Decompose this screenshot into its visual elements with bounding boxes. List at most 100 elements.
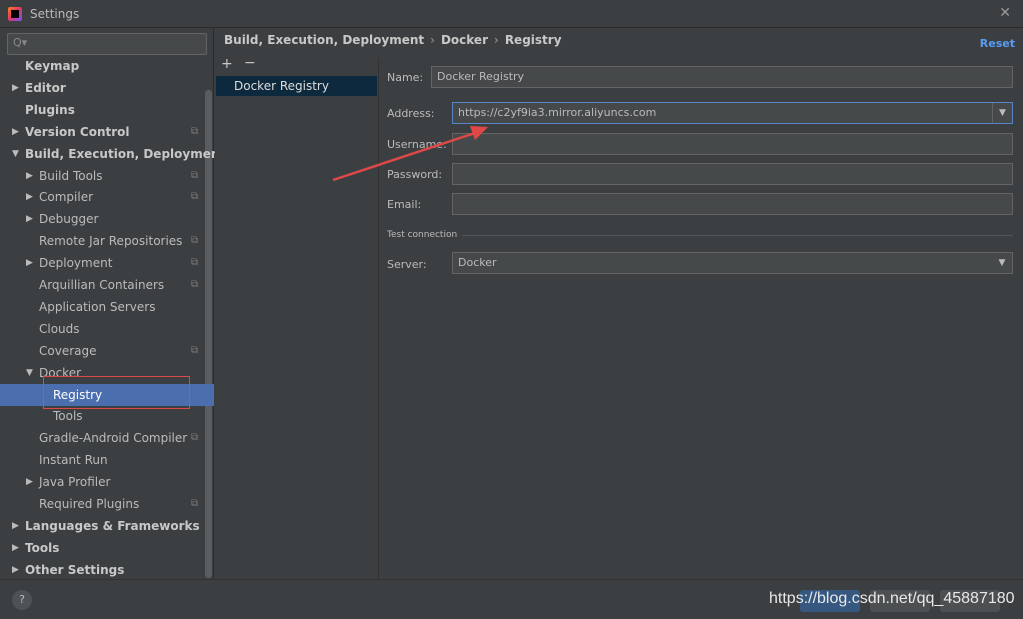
sidebar-item[interactable]: ▶ Editor xyxy=(0,77,214,99)
window-title: Settings xyxy=(30,7,80,21)
sidebar-item[interactable]: Instant Run xyxy=(0,449,214,471)
title-bar: Settings ✕ xyxy=(0,0,1023,28)
sidebar-item-label: Coverage xyxy=(39,343,97,358)
server-value: Docker xyxy=(458,256,497,269)
help-button[interactable]: ? xyxy=(12,590,32,610)
username-label: Username: xyxy=(387,138,447,151)
sidebar-item[interactable]: ▶ Debugger xyxy=(0,208,214,230)
breadcrumb-item[interactable]: Docker xyxy=(441,33,488,47)
collapsed-arrow-icon[interactable]: ▶ xyxy=(26,186,36,208)
sidebar-item-label: Clouds xyxy=(39,321,80,336)
sidebar-item[interactable]: Gradle-Android Compiler ⧉ xyxy=(0,427,214,449)
sidebar-item[interactable]: Coverage ⧉ xyxy=(0,340,214,362)
remove-registry-button[interactable]: − xyxy=(244,55,256,71)
project-scope-icon: ⧉ xyxy=(191,169,199,181)
project-scope-icon: ⧉ xyxy=(191,344,199,356)
sidebar-item[interactable]: ▶ Build Tools ⧉ xyxy=(0,165,214,187)
breadcrumb-item[interactable]: Build, Execution, Deployment xyxy=(224,33,424,47)
sidebar-item[interactable]: Plugins xyxy=(0,99,214,121)
section-divider xyxy=(462,235,1013,236)
project-scope-icon: ⧉ xyxy=(191,257,199,269)
collapsed-arrow-icon[interactable]: ▶ xyxy=(12,537,22,559)
password-field[interactable] xyxy=(452,163,1013,185)
sidebar-item-label: Version Control xyxy=(25,124,130,139)
breadcrumb: Build, Execution, Deployment › Docker › Regi… xyxy=(224,33,562,47)
sidebar-item[interactable]: ▶ Version Control ⧉ xyxy=(0,121,214,143)
sidebar-item[interactable]: Clouds xyxy=(0,318,214,340)
sidebar-item-label: Compiler xyxy=(39,190,94,205)
sidebar-item-label: Debugger xyxy=(39,212,99,227)
search-input[interactable]: Q▾ xyxy=(7,33,207,55)
sidebar-item-label: Languages & Frameworks xyxy=(25,518,200,533)
sidebar-item-label: Keymap xyxy=(25,59,80,73)
sidebar-item[interactable]: ▶ Java Profiler xyxy=(0,471,214,493)
server-select[interactable]: Docker ▼ xyxy=(452,252,1013,274)
sidebar-item-label: Build Tools xyxy=(39,168,103,183)
email-label: Email: xyxy=(387,198,422,211)
sidebar-item[interactable]: Required Plugins ⧉ xyxy=(0,493,214,515)
email-field[interactable] xyxy=(452,193,1013,215)
sidebar-item[interactable]: ▶ Deployment ⧉ xyxy=(0,252,214,274)
address-value: https://c2yf9ia3.mirror.aliyuncs.com xyxy=(458,106,657,119)
sidebar-item[interactable]: Remote Jar Repositories ⧉ xyxy=(0,230,214,252)
sidebar-item-label: Other Settings xyxy=(25,562,125,577)
breadcrumb-separator: › xyxy=(430,33,435,47)
collapsed-arrow-icon[interactable]: ▶ xyxy=(12,77,22,99)
sidebar-item-label: Editor xyxy=(25,80,66,95)
server-label: Server: xyxy=(387,258,427,271)
sidebar-item[interactable]: Keymap xyxy=(0,55,214,77)
collapsed-arrow-icon[interactable]: ▶ xyxy=(12,515,22,537)
project-scope-icon: ⧉ xyxy=(191,191,199,203)
collapsed-arrow-icon[interactable]: ▶ xyxy=(26,208,36,230)
breadcrumb-item: Registry xyxy=(504,33,562,47)
registry-list-panel xyxy=(215,28,377,579)
address-combobox[interactable]: https://c2yf9ia3.mirror.aliyuncs.com ▼ xyxy=(452,102,1013,124)
sidebar-item-label: Gradle-Android Compiler xyxy=(39,431,188,446)
sidebar-item-label: Deployment xyxy=(39,256,113,271)
test-connection-section-title: Test connection xyxy=(387,230,458,240)
project-scope-icon: ⧉ xyxy=(191,432,199,444)
chevron-down-icon[interactable]: ▼ xyxy=(992,253,1012,273)
name-field[interactable]: Docker Registry xyxy=(431,66,1013,88)
collapsed-arrow-icon[interactable]: ▶ xyxy=(26,471,36,493)
sidebar-item-label: Plugins xyxy=(25,102,75,117)
sidebar-item[interactable]: ▶ Tools xyxy=(0,537,214,559)
sidebar-item-label: Instant Run xyxy=(39,453,108,468)
sidebar-item[interactable]: ▶ Languages & Frameworks xyxy=(0,515,214,537)
collapsed-arrow-icon[interactable]: ▶ xyxy=(26,252,36,274)
name-label: Name: xyxy=(387,71,424,84)
search-icon: Q▾ xyxy=(13,36,28,49)
sidebar-item[interactable]: ▶ Compiler ⧉ xyxy=(0,186,214,208)
sidebar-item-label: Application Servers xyxy=(39,299,156,314)
sidebar-item[interactable]: Application Servers xyxy=(0,296,214,318)
password-label: Password: xyxy=(387,168,443,181)
sidebar-item[interactable]: ▶ Other Settings xyxy=(0,559,214,581)
expanded-arrow-icon[interactable]: ▼ xyxy=(26,362,36,384)
sidebar-item-label: Java Profiler xyxy=(39,475,111,490)
chevron-down-icon[interactable]: ▼ xyxy=(992,103,1012,123)
breadcrumb-separator: › xyxy=(494,33,499,47)
sidebar-item[interactable]: ▼ Build, Execution, Deployment xyxy=(0,143,225,165)
intellij-logo-icon xyxy=(8,7,22,21)
expanded-arrow-icon[interactable]: ▼ xyxy=(12,143,22,165)
sidebar-item-label: Required Plugins xyxy=(39,497,140,511)
close-icon[interactable]: ✕ xyxy=(999,5,1011,21)
sidebar-item[interactable]: Arquillian Containers ⧉ xyxy=(0,274,214,296)
project-scope-icon: ⧉ xyxy=(191,125,199,137)
registry-list-item[interactable]: Docker Registry xyxy=(216,76,377,96)
sidebar-item-label: Arquillian Containers xyxy=(39,278,165,292)
sidebar-item-label: Tools xyxy=(25,540,60,555)
project-scope-icon: ⧉ xyxy=(191,279,199,290)
reset-link[interactable]: Reset xyxy=(980,37,1015,50)
sidebar-item-label: Remote Jar Repositories xyxy=(39,234,183,249)
annotation-highlight-box xyxy=(43,376,190,409)
sidebar-item-label: Build, Execution, Deployment xyxy=(25,146,226,161)
collapsed-arrow-icon[interactable]: ▶ xyxy=(12,121,22,143)
address-label: Address: xyxy=(387,107,435,120)
project-scope-icon: ⧉ xyxy=(191,498,199,509)
collapsed-arrow-icon[interactable]: ▶ xyxy=(26,165,36,187)
project-scope-icon: ⧉ xyxy=(191,235,199,247)
add-registry-button[interactable]: + xyxy=(221,56,233,72)
username-field[interactable] xyxy=(452,133,1013,155)
collapsed-arrow-icon[interactable]: ▶ xyxy=(12,559,22,581)
